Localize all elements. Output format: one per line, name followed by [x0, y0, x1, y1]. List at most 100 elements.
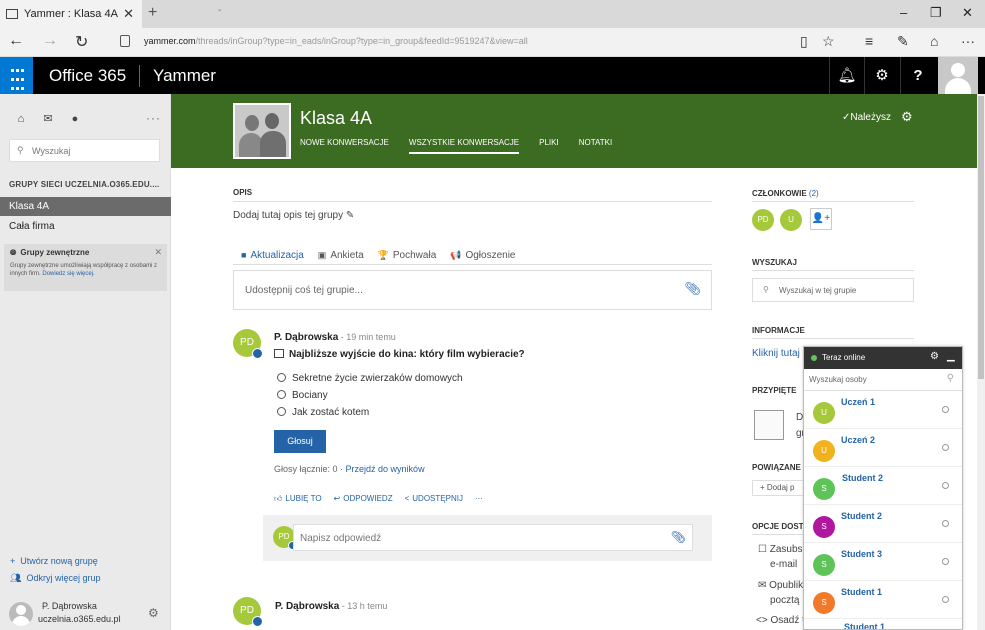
avatar[interactable]: PD: [233, 597, 263, 627]
list-item[interactable]: U Uczeń 1: [804, 391, 962, 429]
vote-button[interactable]: Głosuj: [274, 430, 326, 453]
description-edit-link[interactable]: Dodaj tutaj opis tej grupy ✎: [233, 210, 354, 221]
list-item[interactable]: S Student 3: [804, 543, 962, 581]
like-button[interactable]: 👍︎ LUBIĘ TO: [274, 494, 322, 504]
search-icon: ⚲: [17, 145, 24, 155]
results-link[interactable]: Przejdź do wyników: [346, 464, 425, 474]
gear-icon[interactable]: ⚙: [901, 109, 913, 125]
list-item[interactable]: SStudent 1: [804, 619, 962, 629]
tab-update[interactable]: ■ Aktualizacja: [241, 250, 304, 261]
options-heading: OPCJE DOST: [752, 522, 804, 531]
poll-option[interactable]: Jak zostać kotem: [277, 407, 369, 418]
more-icon[interactable]: ···: [146, 111, 161, 125]
url-field[interactable]: yammer.com/threads/inGroup?type=in_eads/…: [144, 36, 528, 46]
gear-icon[interactable]: ⚙: [864, 57, 899, 94]
avatar[interactable]: PD: [233, 329, 263, 359]
new-tab-button[interactable]: +: [148, 4, 157, 22]
sidebar-item-klasa-4a[interactable]: Klasa 4A: [0, 197, 171, 216]
info-link[interactable]: Kliknij tutaj: [752, 348, 800, 359]
page-scrollbar[interactable]: [977, 94, 985, 630]
poll-option[interactable]: Sekretne życie zwierzaków domowych: [277, 373, 463, 384]
restore-button[interactable]: ❐: [930, 5, 942, 21]
avatar: U: [813, 402, 835, 424]
tab-notes[interactable]: NOTATKI: [579, 138, 612, 154]
back-arrow-icon[interactable]: ←: [8, 32, 24, 50]
list-item[interactable]: SStudent 1: [804, 581, 962, 619]
bell-icon[interactable]: 🔔︎: [829, 57, 864, 94]
membership-button[interactable]: ✓Należysz: [842, 112, 891, 123]
online-now-panel: Teraz online ⚙ ▁ Wyszukaj osoby ⚲ U Uczeń…: [803, 346, 963, 630]
tab-praise[interactable]: 🏆 Pochwała: [378, 250, 437, 261]
thumbs-up-icon: 👍︎: [274, 494, 283, 503]
more-icon[interactable]: ···: [961, 33, 975, 49]
avatar[interactable]: PD: [752, 209, 774, 231]
search-input[interactable]: ⚲ Wyszukaj: [9, 139, 160, 162]
gear-icon[interactable]: ⚙: [930, 351, 939, 362]
avatar[interactable]: U: [780, 209, 802, 231]
app-launcher-icon[interactable]: [0, 57, 33, 94]
folder-icon: [754, 410, 784, 440]
learn-more-link[interactable]: Dowiedz się więcej.: [42, 271, 94, 277]
attach-icon[interactable]: 📎︎: [684, 281, 701, 297]
attach-icon[interactable]: 📎︎: [671, 530, 686, 544]
suite-title[interactable]: Office 365: [49, 66, 126, 86]
avatar: PD: [273, 526, 297, 550]
create-group-link[interactable]: + Utwórz nową grupę: [10, 556, 98, 566]
publisher-tabs: ■ Aktualizacja ▣ Ankieta 🏆 Pochwała 📢 Ogłosz…: [241, 250, 530, 261]
mail-icon[interactable]: ✉: [38, 109, 58, 129]
reply-button[interactable]: ↩ ODPOWIEDZ: [334, 494, 393, 504]
home-icon[interactable]: ⌂: [11, 109, 31, 129]
person-name: Student 3: [841, 549, 883, 559]
share-icon[interactable]: ⌂: [930, 33, 938, 49]
reading-view-icon[interactable]: ▯: [800, 33, 808, 50]
gear-icon[interactable]: ⚙: [148, 606, 159, 620]
people-search-input[interactable]: Wyszukaj osoby ⚲: [804, 369, 962, 391]
app-title[interactable]: Yammer: [153, 66, 216, 86]
browser-tab[interactable]: Yammer : Klasa 4A ✕: [0, 0, 142, 28]
tab-announcement[interactable]: 📢 Ogłoszenie: [450, 250, 515, 261]
refresh-icon[interactable]: ↻: [75, 32, 88, 52]
avatar[interactable]: [938, 57, 978, 94]
post-author[interactable]: P. Dąbrowska - 19 min temu: [274, 332, 396, 343]
group-search-input[interactable]: ⚲ Wyszukaj w tej grupie: [752, 278, 914, 302]
members-count[interactable]: (2): [809, 189, 819, 198]
share-button[interactable]: < UDOSTĘPNIJ: [405, 494, 463, 504]
subscribe-option[interactable]: ☐ Zasubsk: [758, 544, 808, 555]
current-user[interactable]: P. Dąbrowska uczelnia.o365.edu.pl ⚙: [9, 600, 164, 628]
favorite-star-icon[interactable]: ☆: [822, 33, 835, 50]
add-member-button[interactable]: 👤+: [810, 208, 832, 230]
help-icon[interactable]: ?: [900, 57, 935, 94]
minimize-icon[interactable]: ▁: [947, 351, 955, 362]
post-author[interactable]: P. Dąbrowska - 13 h temu: [275, 601, 387, 612]
list-item[interactable]: U Uczeń 2: [804, 429, 962, 467]
tab-preview-button[interactable]: -: [218, 5, 221, 16]
tab-new-conversations[interactable]: NOWE KONWERSACJE: [300, 138, 389, 154]
web-note-icon[interactable]: ✎: [897, 33, 909, 50]
sidebar-item-cala-firma[interactable]: Cała firma: [0, 217, 171, 236]
composer-input[interactable]: Udostępnij coś tej grupie... 📎︎: [233, 270, 712, 310]
tab-poll[interactable]: ▣ Ankieta: [318, 250, 364, 261]
scrollbar-thumb[interactable]: [978, 96, 984, 379]
minimize-button[interactable]: –: [900, 5, 907, 20]
online-panel-header[interactable]: Teraz online ⚙ ▁: [804, 347, 962, 369]
sidebar-item-label: Klasa 4A: [9, 201, 50, 212]
close-window-button[interactable]: ✕: [962, 5, 973, 21]
poll-option[interactable]: Bociany: [277, 390, 328, 401]
more-button[interactable]: ···: [475, 494, 483, 504]
tab-all-conversations[interactable]: WSZYSTKIE KONWERSACJE: [408, 138, 520, 154]
close-icon[interactable]: ✕: [154, 247, 162, 258]
embed-option[interactable]: <> Osadź t: [756, 615, 805, 626]
hub-icon[interactable]: ≡: [865, 33, 873, 49]
list-item[interactable]: S Student 2: [804, 467, 962, 505]
list-item[interactable]: S Student 2: [804, 505, 962, 543]
publish-option[interactable]: ✉ Opublik: [758, 580, 803, 591]
people-search-placeholder: Wyszukaj osoby: [809, 375, 867, 384]
reply-input[interactable]: Napisz odpowiedź 📎︎: [293, 524, 693, 551]
tab-files[interactable]: PLIKI: [539, 138, 559, 154]
related-heading: POWIĄZANE: [752, 463, 801, 472]
plus-icon: +: [10, 556, 16, 566]
discover-groups-link[interactable]: 👥︎ Odkryj więcej grup: [10, 573, 100, 584]
close-tab-icon[interactable]: ✕: [123, 6, 134, 22]
notification-icon[interactable]: ●: [65, 109, 85, 129]
forward-arrow-icon[interactable]: →: [42, 32, 58, 50]
